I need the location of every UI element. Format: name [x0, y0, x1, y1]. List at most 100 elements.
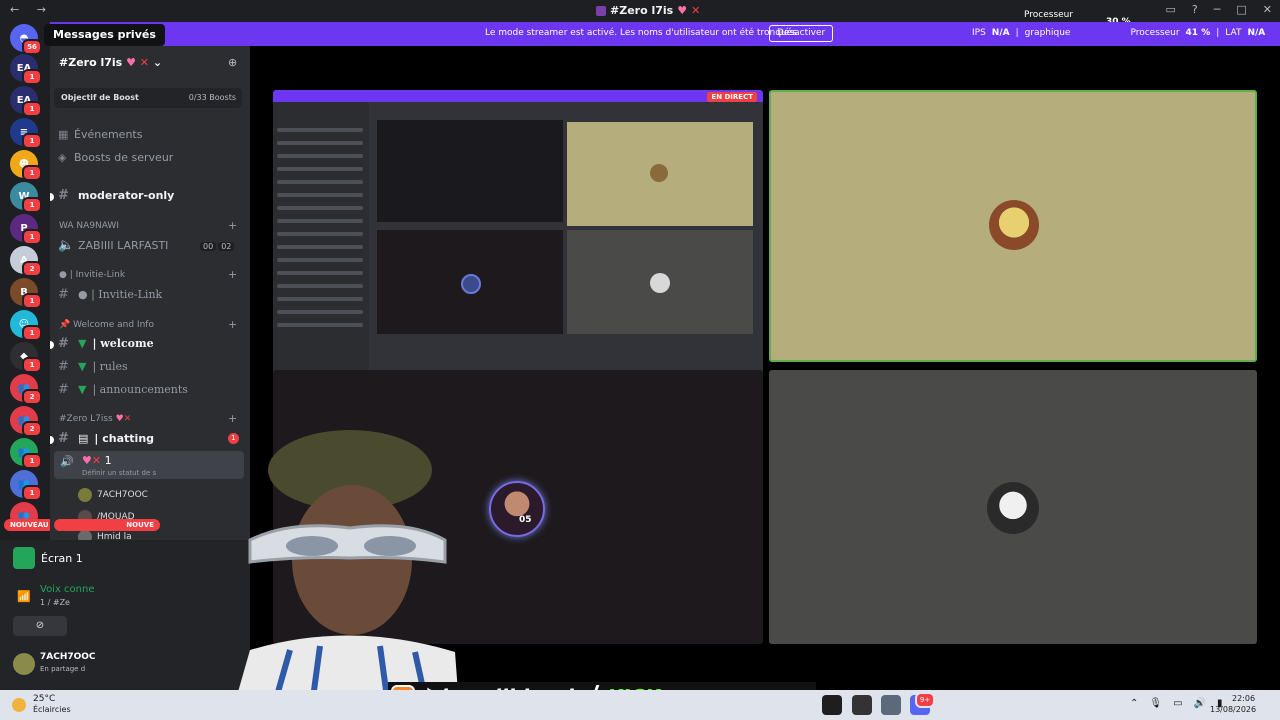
heart-icon: ♥ — [126, 56, 136, 69]
unread-badge: 1 — [22, 69, 42, 85]
add-channel-icon[interactable]: + — [228, 412, 237, 425]
channel-announcements[interactable]: # ▼ | announcements — [58, 382, 188, 397]
participant-tile[interactable]: 05 — [273, 370, 763, 644]
terminal-app-icon[interactable] — [822, 695, 842, 715]
camera-off-icon: ⊘ — [35, 620, 45, 631]
channel-invite-link[interactable]: # ● | Invitie-Link — [58, 287, 162, 302]
unread-badge: 2 — [22, 261, 42, 277]
heart-icon: ♥ — [677, 4, 688, 17]
server-boosts-item[interactable]: ◈ Boosts de serveur — [58, 151, 173, 164]
channel-rules[interactable]: # ▼ | rules — [58, 359, 128, 374]
add-channel-icon[interactable]: + — [228, 318, 237, 331]
voice-connected-channel[interactable]: 1 / #Ze — [40, 598, 70, 607]
voice-status: Définir un statut de s — [82, 469, 157, 477]
server-cyan[interactable]: ☺ 1 — [10, 310, 42, 341]
boost-goal-label: Objectif de Boost — [61, 93, 139, 102]
participant-tile[interactable] — [769, 370, 1257, 644]
screen-share-tile[interactable]: EN DIRECT — [273, 90, 763, 408]
hash-icon: # — [58, 287, 69, 302]
participant-tile-speaking[interactable] — [769, 90, 1257, 362]
unread-badge: 1 — [22, 453, 42, 469]
server-red-2[interactable]: 👥 2 — [10, 406, 42, 437]
unread-badge: 2 — [22, 421, 42, 437]
dm-unread-badge: 56 — [22, 39, 42, 55]
dm-home-button[interactable]: ◓ 56 — [10, 24, 42, 55]
server-anime[interactable]: A2 — [10, 246, 42, 277]
add-channel-icon[interactable]: + — [228, 219, 237, 232]
cross-icon: ✕ — [139, 56, 149, 69]
clock-date[interactable]: 13/08/2026 — [1210, 705, 1256, 714]
boost-goal-bar[interactable]: Objectif de Boost 0/33 Boosts — [54, 88, 242, 108]
discord-app-icon[interactable]: 9+ — [910, 692, 935, 715]
voice-status-panel: Écran 1 📶 Voix conne 1 / #Ze ⊘ 7ACH7OOC … — [0, 540, 250, 690]
channel-welcome[interactable]: # ▼ | welcome — [58, 336, 154, 351]
category-invite[interactable]: ● | Invitie-Link — [59, 270, 125, 280]
media-app-icon[interactable] — [852, 695, 872, 715]
category-wa[interactable]: WA NA9NAWI — [59, 221, 119, 231]
user-status: En partage d — [40, 665, 86, 673]
nested-screen-tile — [377, 120, 563, 222]
voice-user[interactable]: 7ACH7OOC — [78, 488, 148, 502]
server-dark[interactable]: ◆ 1 — [10, 342, 42, 373]
add-member-icon[interactable]: ⊕ — [228, 56, 237, 69]
server-stack[interactable]: ≡ 1 — [10, 118, 42, 149]
channel-chatting[interactable]: # ▤ | chatting — [58, 431, 154, 446]
server-blue[interactable]: 👥 1 — [10, 470, 42, 501]
channel-label: ● | Invitie-Link — [78, 288, 163, 301]
maximize-icon[interactable]: □ — [1236, 3, 1246, 16]
category-welcome[interactable]: 📌 Welcome and Info — [59, 320, 154, 330]
disable-streamer-button[interactable]: Désactiver — [769, 25, 834, 42]
page-icon: ▤ — [78, 432, 89, 445]
screen-share-label[interactable]: Écran 1 — [41, 552, 83, 565]
category-zero[interactable]: #Zero L7iss ♥✕ — [59, 414, 131, 424]
settings-app-icon[interactable] — [881, 695, 901, 715]
server-p[interactable]: P1 — [10, 214, 42, 245]
weather-icon[interactable] — [12, 698, 26, 712]
system-tray: ⌃ 🎙 ▭ 🔊 ▮ — [1130, 698, 1223, 709]
clock-time[interactable]: 22:06 — [1232, 694, 1255, 703]
speaker-icon: 🔊 — [60, 455, 74, 468]
voice-user-name: 7ACH7OOC — [97, 490, 148, 500]
server-ea-1[interactable]: EA 1 — [10, 54, 42, 85]
boost-icon: ◈ — [58, 151, 67, 164]
hash-icon: # — [58, 336, 69, 351]
cpu-value: 41 % — [1185, 28, 1211, 38]
voice-connected-label: Voix conne — [40, 584, 95, 595]
channel-moderator-only[interactable]: # moderator-only — [58, 188, 174, 203]
unread-badge: 1 — [22, 357, 42, 373]
server-header[interactable]: #Zero l7is ♥ ✕ ⌄ — [59, 56, 162, 69]
server-red-1[interactable]: 👥 2 — [10, 374, 42, 405]
server-wf[interactable]: W1 — [10, 182, 42, 213]
server-yellow[interactable]: ☻ 1 — [10, 150, 42, 181]
unread-badge: 1 — [22, 197, 42, 213]
back-arrow-icon[interactable]: ← — [10, 3, 19, 16]
server-green[interactable]: 👥 1 — [10, 438, 42, 469]
avatar — [987, 482, 1039, 534]
shield-icon: ▼ — [78, 360, 87, 373]
voice-channel-name: ♥✕ 1 — [82, 454, 112, 467]
jersey-number: 05 — [519, 515, 532, 525]
inbox-icon[interactable]: ▭ — [1166, 3, 1176, 16]
unread-badge: 1 — [22, 293, 42, 309]
events-item[interactable]: ▦ Événements — [58, 128, 142, 141]
microphone-icon[interactable]: 🎙 — [1149, 698, 1162, 709]
avatar[interactable] — [13, 653, 35, 675]
volume-icon[interactable]: 🔊 — [1194, 698, 1206, 709]
category-label: #Zero L7iss — [59, 414, 113, 424]
new-messages-pill[interactable]: NOUVE — [54, 519, 160, 531]
server-brown[interactable]: B1 — [10, 278, 42, 309]
cross-icon: ✕ — [691, 4, 701, 17]
minimize-icon[interactable]: ─ — [1214, 3, 1221, 16]
signal-icon[interactable]: 📶 — [17, 590, 31, 603]
stop-camera-button[interactable]: ⊘ — [13, 616, 67, 636]
add-channel-icon[interactable]: + — [228, 268, 237, 281]
close-icon[interactable]: ✕ — [1263, 3, 1272, 16]
server-ea-2[interactable]: EA 1 — [10, 86, 42, 117]
voice-channel-active[interactable]: 🔊 ♥✕ 1 Définir un statut de s — [54, 451, 244, 479]
chevron-up-icon[interactable]: ⌃ — [1130, 698, 1138, 709]
help-icon[interactable]: ? — [1192, 3, 1198, 16]
network-icon[interactable]: ▭ — [1173, 698, 1182, 709]
voice-channel-wa[interactable]: 🔈 ZABIIII LARFASTI 00 02 — [58, 238, 235, 253]
dm-tooltip: Messages privés — [44, 24, 165, 46]
forward-arrow-icon[interactable]: → — [37, 3, 46, 16]
